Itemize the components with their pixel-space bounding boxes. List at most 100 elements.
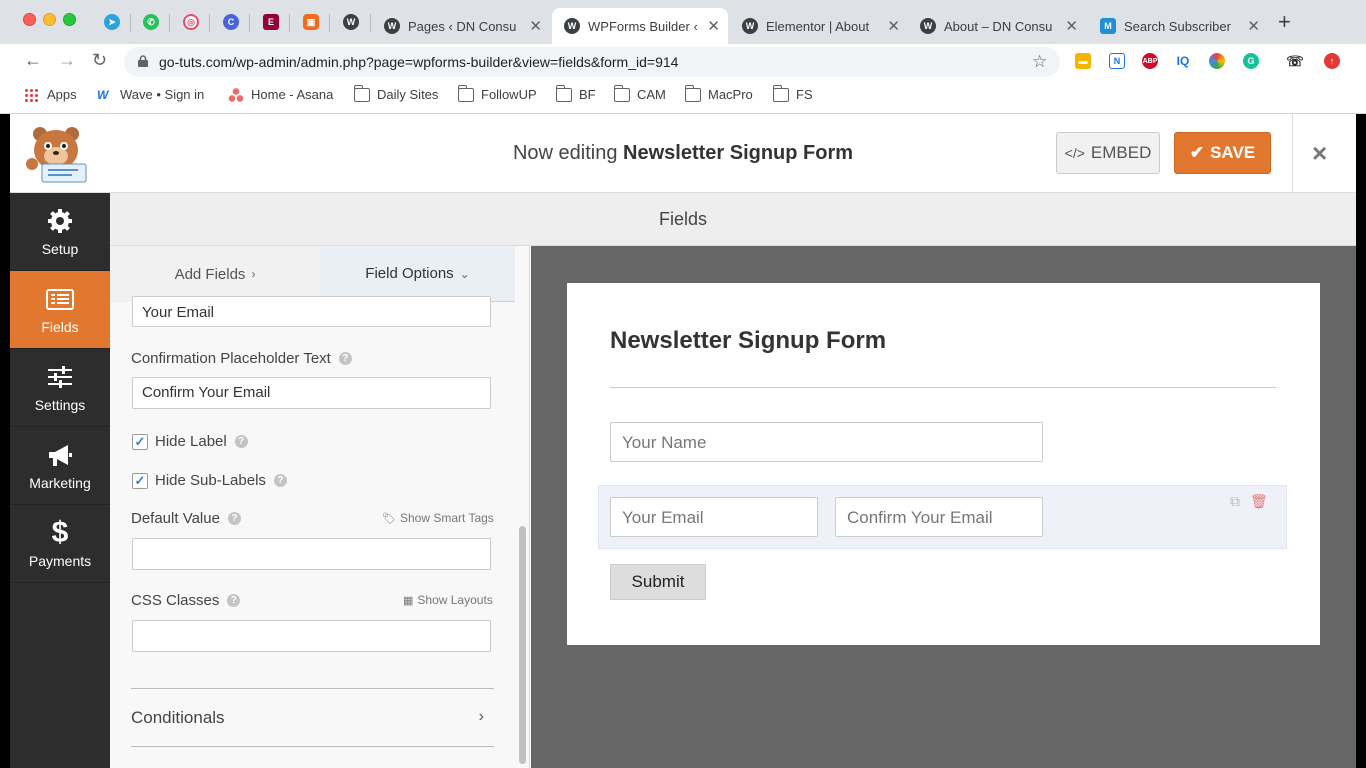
extension-iq-icon[interactable]: IQ <box>1175 53 1191 69</box>
builder-sidebar: Setup Fields Settings Marketing $ Paymen… <box>10 193 110 768</box>
pinned-tab-spiral[interactable]: ◎ <box>181 12 201 32</box>
pinned-tab-whatsapp[interactable]: ✆ <box>141 12 161 32</box>
sidebar-label: Setup <box>41 241 79 257</box>
bookmark-apps[interactable]: Apps <box>24 87 77 102</box>
help-icon[interactable]: ? <box>227 594 241 607</box>
form-title[interactable]: Newsletter Signup Form <box>610 327 886 355</box>
grammarly-icon[interactable]: G <box>1243 53 1259 69</box>
conditionals-section[interactable]: Conditionals › <box>131 708 494 728</box>
extension-n-icon[interactable]: N <box>1109 53 1125 69</box>
bookmark-folder-followup[interactable]: FollowUP <box>457 84 537 102</box>
trash-icon[interactable]: 🗑 <box>1250 493 1268 510</box>
bookmark-folder-bf[interactable]: BF <box>555 84 596 102</box>
duplicate-icon[interactable]: ⧉ <box>1230 493 1240 510</box>
pinned-tab-telegram[interactable]: ➤ <box>102 12 122 32</box>
sidebar-item-payments[interactable]: $ Payments <box>10 505 110 583</box>
tab-close-icon[interactable]: ✕ <box>887 17 900 35</box>
sidebar-item-settings[interactable]: Settings <box>10 349 110 427</box>
bookmark-folder-cam[interactable]: CAM <box>613 84 666 102</box>
adblock-icon[interactable]: ABP <box>1142 53 1158 69</box>
tab-field-options[interactable]: Field Options ⌄ <box>320 246 515 302</box>
editing-prefix: Now editing <box>512 142 618 164</box>
megaphone-icon <box>49 445 72 466</box>
browser-tab[interactable]: W Pages ‹ DN Consu ✕ <box>372 8 550 44</box>
bookmark-wave[interactable]: W Wave • Sign in <box>97 87 204 102</box>
sidebar-item-marketing[interactable]: Marketing <box>10 427 110 505</box>
embed-button[interactable]: </> EMBED <box>1056 132 1160 174</box>
checkmark-icon: ✔ <box>1189 143 1205 162</box>
tab-close-icon[interactable]: ✕ <box>529 17 542 35</box>
pinned-tab-wordpress[interactable]: W <box>341 12 361 32</box>
bookmark-folder-fs[interactable]: FS <box>772 84 813 102</box>
save-button[interactable]: ✔ SAVE <box>1174 132 1271 174</box>
sidebar-label: Settings <box>34 397 86 413</box>
tag-icon: 🏷 <box>382 512 396 525</box>
chevron-right-icon: › <box>251 267 256 281</box>
tab-close-icon[interactable]: ✕ <box>1065 17 1078 35</box>
whatsapp-icon: ✆ <box>143 14 159 30</box>
help-icon[interactable]: ? <box>273 474 287 487</box>
color-wheel-icon[interactable] <box>1209 53 1225 69</box>
css-classes-input[interactable] <box>132 620 491 652</box>
extension-phone-icon[interactable]: ☏ <box>1286 53 1304 69</box>
browser-tab[interactable]: W About – DN Consu ✕ <box>908 8 1086 44</box>
reload-icon[interactable]: ↻ <box>92 50 107 71</box>
tab-title: Elementor | About <box>766 18 870 34</box>
sidebar-item-setup[interactable]: Setup <box>10 193 110 271</box>
panel-scrollbar[interactable] <box>519 526 526 764</box>
show-smart-tags-link[interactable]: 🏷 Show Smart Tags <box>382 511 494 525</box>
help-icon[interactable]: ? <box>227 512 241 525</box>
sidebar-label: Payments <box>28 553 92 569</box>
builder-header: Now editing Newsletter Signup Form </> E… <box>10 114 1356 193</box>
close-icon[interactable]: × <box>1312 140 1327 166</box>
browser-tab-active[interactable]: W WPForms Builder ‹ ✕ <box>552 8 728 44</box>
forward-arrow-icon[interactable]: → <box>58 50 76 71</box>
submit-button[interactable]: Submit <box>610 564 706 600</box>
email-field[interactable]: Your Email <box>610 497 818 537</box>
tab-close-icon[interactable]: ✕ <box>1247 17 1260 35</box>
tab-add-fields[interactable]: Add Fields › <box>110 246 320 302</box>
sidebar-item-fields[interactable]: Fields <box>10 271 110 349</box>
pinned-tab-orange-app[interactable]: ▣ <box>301 12 321 32</box>
confirm-email-field[interactable]: Confirm Your Email <box>835 497 1043 537</box>
default-value-input[interactable] <box>132 538 491 570</box>
hide-label-option[interactable]: ✓ Hide Label ? <box>132 433 248 450</box>
bookmark-folder-macpro[interactable]: MacPro <box>684 84 753 102</box>
url-text: go-tuts.com/wp-admin/admin.php?page=wpfo… <box>159 54 679 70</box>
new-tab-button[interactable]: + <box>1278 11 1291 33</box>
name-field[interactable]: Your Name <box>610 422 1043 462</box>
hide-sublabels-option[interactable]: ✓ Hide Sub-Labels ? <box>132 472 287 489</box>
hide-sublabels-checkbox[interactable]: ✓ <box>132 472 148 489</box>
css-classes-label: CSS Classes ? <box>131 592 241 609</box>
extension-yellow-icon[interactable]: ▬ <box>1075 53 1091 69</box>
form-preview-card: Newsletter Signup Form Your Name Your Em… <box>567 283 1320 645</box>
show-layouts-link[interactable]: ▦ Show Layouts <box>403 593 493 607</box>
minimize-window-button[interactable] <box>43 13 56 26</box>
fullscreen-window-button[interactable] <box>63 13 76 26</box>
browser-toolbar: ← → ↻ go-tuts.com/wp-admin/admin.php?pag… <box>0 44 1366 80</box>
field-options-panel: Add Fields › Field Options ⌄ Your Email … <box>110 246 530 768</box>
bookmark-asana[interactable]: Home - Asana <box>228 87 333 102</box>
confirm-placeholder-input[interactable]: Confirm Your Email <box>132 377 491 409</box>
default-value-label: Default Value ? <box>131 510 241 527</box>
help-icon[interactable]: ? <box>338 352 352 365</box>
folder-icon <box>772 84 789 102</box>
back-arrow-icon[interactable]: ← <box>24 50 42 71</box>
panel-title: Fields <box>658 209 707 229</box>
browser-tab[interactable]: W Elementor | About ✕ <box>730 8 908 44</box>
tab-close-icon[interactable]: ✕ <box>707 17 720 35</box>
folder-icon <box>353 84 370 102</box>
email-placeholder-input[interactable]: Your Email <box>132 296 491 327</box>
update-icon[interactable]: ↑ <box>1324 53 1340 69</box>
hide-label-checkbox[interactable]: ✓ <box>132 433 148 450</box>
pinned-tab-elementor[interactable]: E <box>261 12 281 32</box>
bookmark-folder-daily-sites[interactable]: Daily Sites <box>353 84 438 102</box>
pinned-tab-c-app[interactable]: C <box>221 12 241 32</box>
help-icon[interactable]: ? <box>234 435 248 448</box>
address-bar[interactable]: go-tuts.com/wp-admin/admin.php?page=wpfo… <box>124 47 1060 77</box>
c-app-icon: C <box>223 14 239 30</box>
browser-tab[interactable]: M Search Subscriber ✕ <box>1088 8 1268 44</box>
close-window-button[interactable] <box>23 13 36 26</box>
bookmark-star-icon[interactable]: ☆ <box>1032 52 1047 72</box>
tab-title: Pages ‹ DN Consu <box>408 18 517 34</box>
